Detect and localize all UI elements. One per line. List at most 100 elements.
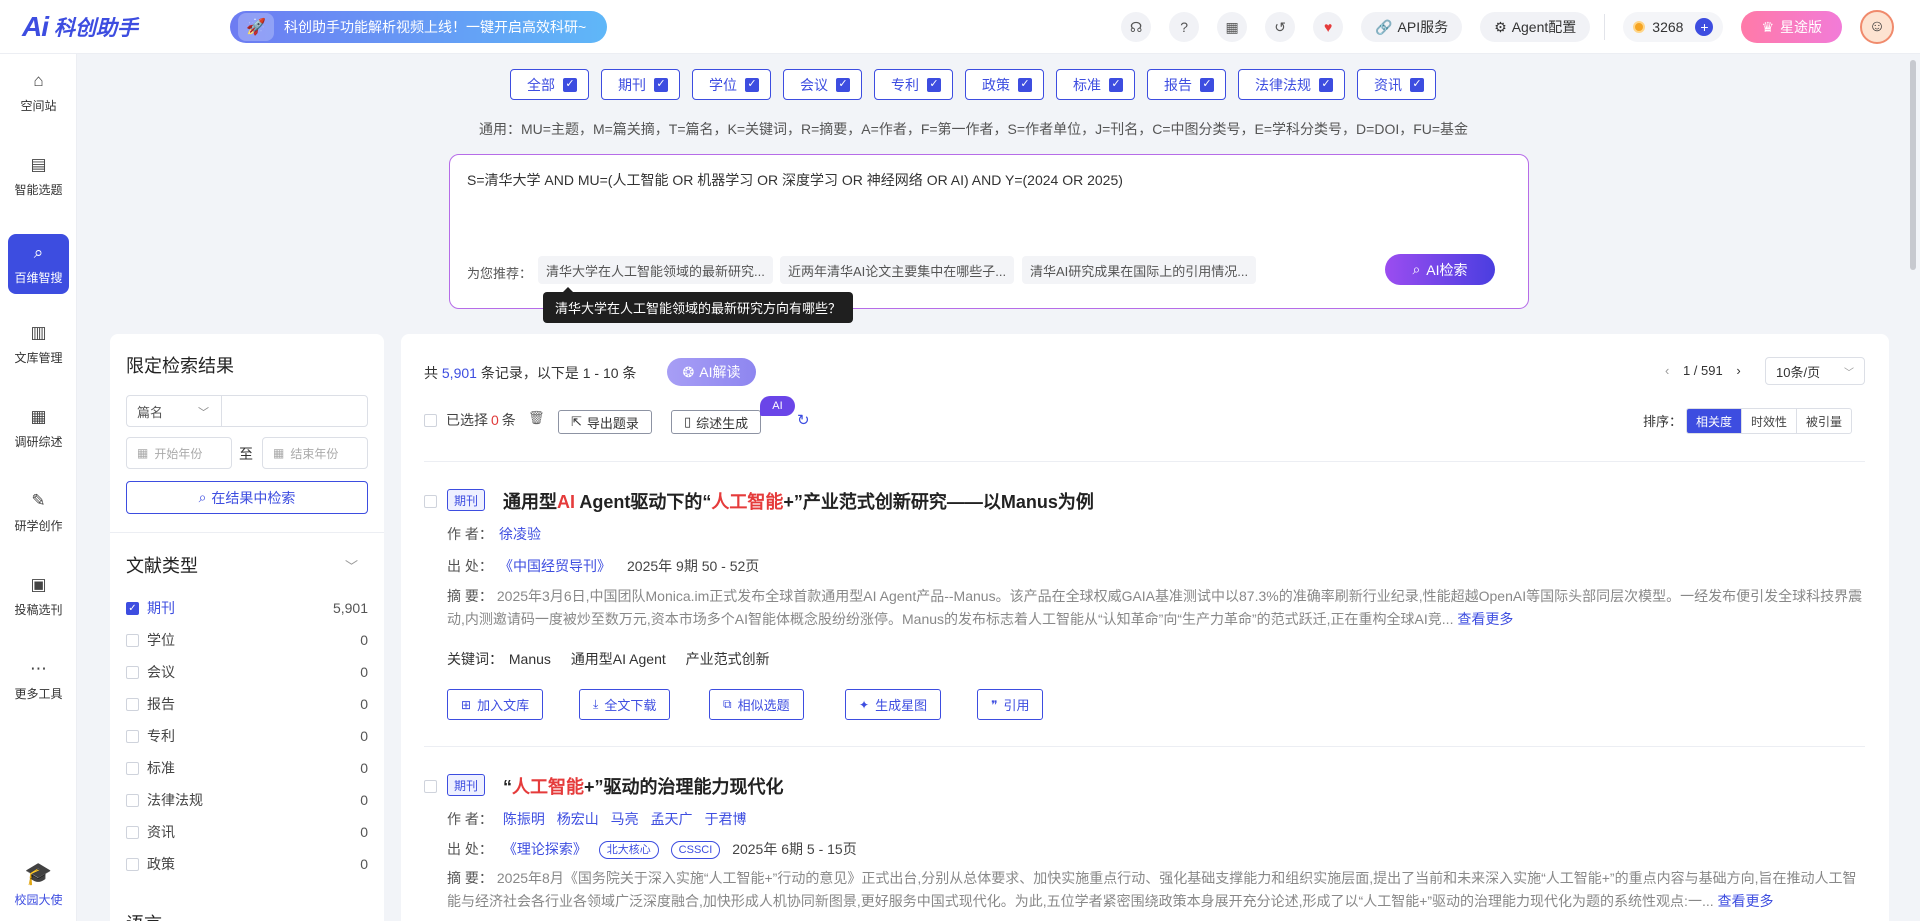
vip-button[interactable]: ♛ 星途版 xyxy=(1741,11,1842,43)
field-code-legend: 通用：MU=主题，M=篇关摘，T=篇名，K=关键词，R=摘要，A=作者，F=第一… xyxy=(479,121,1469,137)
filter-journal[interactable]: 期刊 ✓ xyxy=(601,69,680,100)
next-page-icon[interactable]: › xyxy=(1736,363,1740,378)
author-link[interactable]: 徐凌验 xyxy=(499,526,541,542)
promo-banner[interactable]: 🚀 科创助手功能解析视频上线！一键开启高效科研~ xyxy=(230,11,607,43)
per-page-select[interactable]: 10条/页 ﹀ xyxy=(1765,357,1865,385)
filter-news[interactable]: 资讯 ✓ xyxy=(1357,69,1436,100)
sort-recency[interactable]: 时效性 xyxy=(1741,409,1796,433)
select-all-checkbox[interactable] xyxy=(424,413,437,427)
filter-law[interactable]: 法律法规 ✓ xyxy=(1238,69,1345,100)
recommendation-chip[interactable]: 清华AI研究成果在国际上的引用情况... xyxy=(1022,256,1257,284)
result-checkbox[interactable] xyxy=(424,780,437,793)
keyword-tag[interactable]: Manus xyxy=(509,651,551,667)
add-to-library-button[interactable]: ⊞ 加入文库 xyxy=(447,689,544,720)
filter-keyword-input[interactable] xyxy=(221,395,368,427)
api-service-button[interactable]: 🔗 API服务 xyxy=(1361,12,1463,42)
doc-type-patent[interactable]: 专利 0 xyxy=(126,726,368,746)
star-map-button[interactable]: ✦ 生成星图 xyxy=(845,689,942,720)
sidebar-item-space-station[interactable]: ⌂ 空间站 xyxy=(8,62,69,122)
pager: ‹ 1 / 591 › xyxy=(1665,363,1741,378)
search-query[interactable]: S=清华大学 AND MU=(人工智能 OR 机器学习 OR 深度学习 OR 神… xyxy=(467,170,1123,190)
scrollbar[interactable] xyxy=(1910,60,1916,270)
trash-icon[interactable]: 🗑 xyxy=(528,410,545,426)
calendar-icon[interactable]: ▦ xyxy=(1217,12,1248,42)
coin-balance[interactable]: 3268 + xyxy=(1623,12,1724,42)
sidebar-item-writing[interactable]: ✎ 研学创作 xyxy=(8,482,69,542)
author-link[interactable]: 于君博 xyxy=(704,811,746,827)
filter-all[interactable]: 全部 ✓ xyxy=(510,69,589,100)
filter-panel: 限定检索结果 篇名 ﹀ ▦ 开始年份 至 ▦ 结束年份 ⌕ 在结果中检索 文献类型 ﹀ … xyxy=(110,334,384,921)
similar-topics-button[interactable]: ⧉ 相似选题 xyxy=(709,689,804,720)
recommendation-chip[interactable]: 清华大学在人工智能领域的最新研究... xyxy=(538,256,773,284)
agent-config-button[interactable]: ⚙ Agent配置 xyxy=(1480,12,1591,42)
cite-button[interactable]: ❞ 引用 xyxy=(977,689,1044,720)
result-source: 出 处： 《中国经贸导刊》 2025年 9期 50 - 52页 xyxy=(447,558,760,574)
author-link[interactable]: 马亮 xyxy=(611,811,639,827)
campus-ambassador[interactable]: 🎓 校园大使 xyxy=(8,854,69,914)
journal-link[interactable]: 《理论探索》 xyxy=(503,841,587,857)
search-box[interactable]: S=清华大学 AND MU=(人工智能 OR 机器学习 OR 深度学习 OR 神… xyxy=(449,154,1529,309)
author-link[interactable]: 陈振明 xyxy=(503,811,545,827)
doc-type-news[interactable]: 资讯 0 xyxy=(126,822,368,842)
doc-type-standard[interactable]: 标准 0 xyxy=(126,758,368,778)
filter-conference[interactable]: 会议 ✓ xyxy=(783,69,862,100)
divider xyxy=(1604,14,1606,40)
search-in-results-button[interactable]: ⌕ 在结果中检索 xyxy=(126,481,368,514)
author-link[interactable]: 杨宏山 xyxy=(557,811,599,827)
field-select[interactable]: 篇名 ﹀ xyxy=(126,395,222,427)
summarize-button[interactable]: ▯ 综述生成 xyxy=(671,410,762,434)
filter-patent[interactable]: 专利 ✓ xyxy=(874,69,953,100)
add-coins-icon[interactable]: + xyxy=(1695,18,1714,36)
sidebar-item-submission[interactable]: ▣ 投稿选刊 xyxy=(8,566,69,626)
sidebar-item-library[interactable]: ▥ 文库管理 xyxy=(8,314,69,374)
checkbox xyxy=(126,793,139,807)
keyword-tag[interactable]: 通用型AI Agent xyxy=(571,651,666,667)
recommendation-chip[interactable]: 近两年清华AI论文主要集中在哪些子... xyxy=(780,256,1015,284)
author-link[interactable]: 孟天广 xyxy=(651,811,693,827)
check-icon: ✓ xyxy=(927,77,941,92)
filter-degree[interactable]: 学位 ✓ xyxy=(692,69,771,100)
doc-type-law[interactable]: 法律法规 0 xyxy=(126,790,368,810)
sidebar-item-survey[interactable]: ▦ 调研综述 xyxy=(8,398,69,458)
sidebar-item-smart-topic[interactable]: ▤ 智能选题 xyxy=(8,146,69,206)
sort-relevance[interactable]: 相关度 xyxy=(1687,409,1742,433)
prev-page-icon[interactable]: ‹ xyxy=(1665,363,1669,378)
sort-citations[interactable]: 被引量 xyxy=(1796,409,1851,433)
avatar[interactable]: ☺ xyxy=(1860,10,1894,44)
filter-standard[interactable]: 标准 ✓ xyxy=(1056,69,1135,100)
end-year-input[interactable]: ▦ 结束年份 xyxy=(262,437,368,469)
result-title[interactable]: 通用型AI Agent驱动下的“人工智能+”产业范式创新研究——以Manus为例 xyxy=(503,488,1094,514)
read-more-link[interactable]: 查看更多 xyxy=(1457,611,1513,627)
start-year-input[interactable]: ▦ 开始年份 xyxy=(126,437,232,469)
chevron-down-icon[interactable]: ﹀ xyxy=(345,556,358,575)
coin-icon xyxy=(1633,21,1646,33)
filter-policy[interactable]: 政策 ✓ xyxy=(965,69,1044,100)
heart-pulse-icon[interactable]: ♥ xyxy=(1313,12,1344,42)
download-button[interactable]: ⤓ 全文下载 xyxy=(579,689,671,720)
more-icon: ⋯ xyxy=(30,658,47,678)
ai-search-button[interactable]: ⌕ AI检索 xyxy=(1385,254,1495,285)
result-title[interactable]: “人工智能+”驱动的治理能力现代化 xyxy=(503,773,784,799)
doc-type-report[interactable]: 报告 0 xyxy=(126,694,368,714)
sort-options: 相关度 时效性 被引量 xyxy=(1686,408,1853,434)
doc-type-journal[interactable]: ✓ 期刊 5,901 xyxy=(126,598,368,618)
journal-link[interactable]: 《中国经贸导刊》 xyxy=(499,558,611,574)
read-more-link[interactable]: 查看更多 xyxy=(1718,893,1774,909)
filter-report[interactable]: 报告 ✓ xyxy=(1147,69,1226,100)
help-icon[interactable]: ? xyxy=(1169,12,1200,42)
sidebar-item-search[interactable]: ⌕ 百维智搜 xyxy=(8,234,69,294)
export-button[interactable]: ⇱ 导出题录 xyxy=(558,410,652,434)
support-icon[interactable]: ☊ xyxy=(1121,12,1152,42)
doc-type-degree[interactable]: 学位 0 xyxy=(126,630,368,650)
result-checkbox[interactable] xyxy=(424,495,437,508)
divider xyxy=(424,461,1865,462)
history-icon[interactable]: ↺ xyxy=(1265,12,1296,42)
doc-type-conference[interactable]: 会议 0 xyxy=(126,662,368,682)
sidebar-item-more-tools[interactable]: ⋯ 更多工具 xyxy=(8,650,69,710)
checkbox xyxy=(126,857,139,871)
doc-type-policy[interactable]: 政策 0 xyxy=(126,854,368,874)
ai-read-button[interactable]: ❂ AI解读 xyxy=(667,358,756,386)
keyword-tag[interactable]: 产业范式创新 xyxy=(686,651,770,667)
history-icon[interactable]: ↻ xyxy=(797,411,810,429)
logo[interactable]: Ai 科创助手 xyxy=(22,11,222,43)
